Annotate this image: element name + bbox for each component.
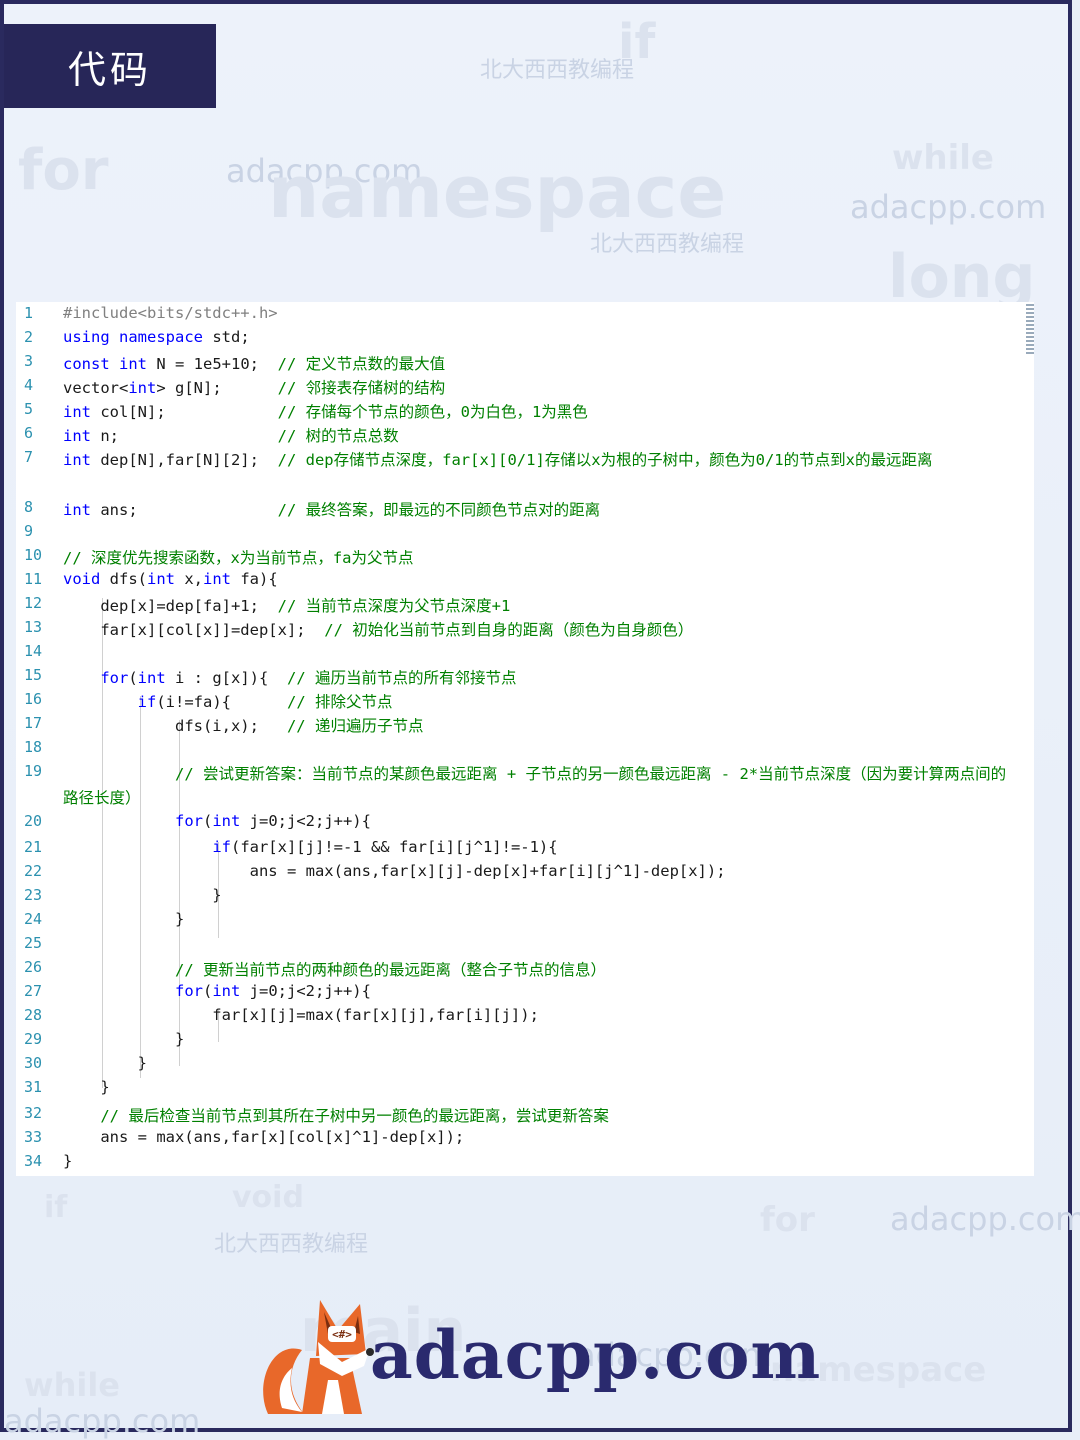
code-text: } <box>63 910 185 928</box>
code-text: } <box>63 1078 110 1096</box>
line-number: 1 <box>24 304 34 322</box>
code-text: if(far[x][j]!=-1 && far[i][j^1]!=-1){ <box>212 838 558 856</box>
line-number: 31 <box>24 1078 43 1096</box>
line-number: 27 <box>24 982 43 1000</box>
code-text: const int N = 1e5+10; // 定义节点数的最大值 <box>63 355 446 373</box>
line-number: 2 <box>24 328 34 346</box>
line-number: 34 <box>24 1152 43 1170</box>
code-text: for(int j=0;j<2;j++){ <box>174 812 371 830</box>
line-number: 24 <box>24 910 43 928</box>
logo-text: adacpp.com <box>370 1316 822 1394</box>
line-number: 25 <box>24 934 43 952</box>
code-text: far[x][col[x]]=dep[x]; // 初始化当前节点到自身的距离（… <box>63 621 694 639</box>
line-number: 28 <box>24 1006 43 1024</box>
code-text: if(i!=fa){ // 排除父节点 <box>137 693 393 711</box>
code-text: // 尝试更新答案：当前节点的某颜色最远距离 + 子节点的另一颜色最远距离 - … <box>63 765 1007 808</box>
line-number: 4 <box>24 376 34 394</box>
line-number: 3 <box>24 352 34 370</box>
fox-mascot-icon: <#> <box>263 1300 374 1414</box>
code-text: vector<int> g[N]; // 邻接表存储树的结构 <box>63 379 446 397</box>
line-number: 30 <box>24 1054 43 1072</box>
line-number: 29 <box>24 1030 43 1048</box>
logo-badge: <#> <box>332 1328 352 1341</box>
code-text: dfs(i,x); // 递归遍历子节点 <box>63 717 424 735</box>
line-number: 16 <box>24 690 43 708</box>
line-number: 15 <box>24 666 43 684</box>
line-number: 8 <box>24 498 34 516</box>
code-text: } <box>63 1030 185 1048</box>
code-text: using namespace std; <box>63 328 250 346</box>
code-text: } <box>63 1054 147 1072</box>
code-text: void dfs(int x,int fa){ <box>63 570 278 588</box>
code-text: } <box>63 1152 73 1170</box>
code-text: ans = max(ans,far[x][col[x]^1]-dep[x]); <box>63 1128 465 1146</box>
code-text: ans = max(ans,far[x][j]-dep[x]+far[i][j^… <box>63 862 726 880</box>
line-number: 5 <box>24 400 34 418</box>
code-text: for(int i : g[x]){ // 遍历当前节点的所有邻接节点 <box>100 669 517 687</box>
line-number: 6 <box>24 424 34 442</box>
line-number: 11 <box>24 570 43 588</box>
adacpp-logo: <#> adacpp.com <box>258 1296 820 1426</box>
line-number: 10 <box>24 546 43 564</box>
code-text: int ans; // 最终答案，即最远的不同颜色节点对的距离 <box>63 501 601 519</box>
line-number: 13 <box>24 618 43 636</box>
page-title: 代码 <box>4 24 216 108</box>
code-text: int dep[N],far[N][2]; // dep存储节点深度，far[x… <box>63 451 933 469</box>
code-text: // 最后检查当前节点到其所在子树中另一颜色的最远距离，尝试更新答案 <box>100 1107 609 1125</box>
line-number: 9 <box>24 522 34 540</box>
code-text: far[x][j]=max(far[x][j],far[i][j]); <box>63 1006 539 1024</box>
line-number: 18 <box>24 738 43 756</box>
code-text: // 深度优先搜索函数，x为当前节点，fa为父节点 <box>63 549 414 567</box>
line-number: 17 <box>24 714 43 732</box>
code-text: dep[x]=dep[fa]+1; // 当前节点深度为父节点深度+1 <box>63 597 511 615</box>
code-editor: 1 #include<bits/stdc++.h> 2 using namespace… <box>16 302 1034 1176</box>
code-text: for(int j=0;j<2;j++){ <box>174 982 371 1000</box>
line-number: 19 <box>24 762 43 780</box>
line-number: 20 <box>24 812 43 830</box>
code-text: // 更新当前节点的两种颜色的最远距离（整合子节点的信息） <box>174 961 606 979</box>
code-text: int col[N]; // 存储每个节点的颜色，0为白色，1为黑色 <box>63 403 588 421</box>
line-number: 7 <box>24 448 34 466</box>
line-number: 22 <box>24 862 43 880</box>
code-minimap[interactable] <box>1026 302 1034 482</box>
code-text: int n; // 树的节点总数 <box>63 427 399 445</box>
code-text: #include<bits/stdc++.h> <box>63 304 278 322</box>
line-number: 33 <box>24 1128 43 1146</box>
line-number: 26 <box>24 958 43 976</box>
line-number: 14 <box>24 642 43 660</box>
line-number: 23 <box>24 886 43 904</box>
line-number: 21 <box>24 838 43 856</box>
line-number: 12 <box>24 594 43 612</box>
line-number: 32 <box>24 1104 43 1122</box>
code-text: } <box>63 886 222 904</box>
